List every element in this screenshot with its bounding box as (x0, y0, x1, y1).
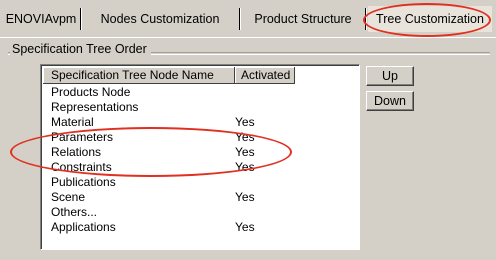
list-item[interactable]: Others... (43, 205, 353, 220)
node-name: Representations (51, 100, 139, 114)
node-name: Relations (51, 145, 102, 159)
tab-nodes-customization[interactable]: Nodes Customization (84, 6, 236, 32)
list-item[interactable]: Publications (43, 175, 353, 190)
activated-value: Yes (235, 160, 255, 174)
column-header-activated[interactable]: Activated (235, 67, 295, 84)
node-name: Publications (51, 175, 116, 189)
node-name: Others... (51, 205, 98, 219)
list-item[interactable]: Relations Yes (43, 145, 353, 160)
node-name: Material (51, 115, 94, 129)
down-button[interactable]: Down (366, 91, 414, 111)
tab-product-structure[interactable]: Product Structure (243, 6, 363, 32)
list-item[interactable]: Material Yes (43, 115, 353, 130)
group-title: Specification Tree Order (10, 42, 151, 56)
activated-value: Yes (235, 190, 255, 204)
list-item[interactable]: Parameters Yes (43, 130, 353, 145)
tab-separator (365, 8, 367, 30)
list-item[interactable]: Products Node (43, 85, 353, 100)
node-name: Applications (51, 220, 116, 234)
list-item[interactable]: Representations (43, 100, 353, 115)
activated-value: Yes (235, 220, 255, 234)
tab-enoviavpm[interactable]: ENOVIAvpm (4, 6, 78, 32)
tab-underline (0, 37, 496, 38)
column-header-name[interactable]: Specification Tree Node Name (43, 67, 235, 84)
tab-tree-customization[interactable]: Tree Customization (368, 6, 492, 32)
tab-bar: ENOVIAvpm Nodes Customization Product St… (0, 0, 496, 38)
up-button[interactable]: Up (366, 66, 414, 86)
tab-separator (239, 8, 241, 30)
activated-value: Yes (235, 115, 255, 129)
node-name: Parameters (51, 130, 114, 144)
list-item[interactable]: Applications Yes (43, 220, 353, 235)
activated-value: Yes (235, 130, 255, 144)
list-item[interactable]: Constraints Yes (43, 160, 353, 175)
node-name: Constraints (51, 160, 112, 174)
activated-value: Yes (235, 145, 255, 159)
list-item[interactable]: Scene Yes (43, 190, 353, 205)
node-name: Products Node (51, 85, 131, 99)
node-name: Scene (51, 190, 86, 204)
tree-order-list[interactable]: Specification Tree Node Name Activated P… (40, 64, 360, 250)
tab-separator (80, 8, 82, 30)
